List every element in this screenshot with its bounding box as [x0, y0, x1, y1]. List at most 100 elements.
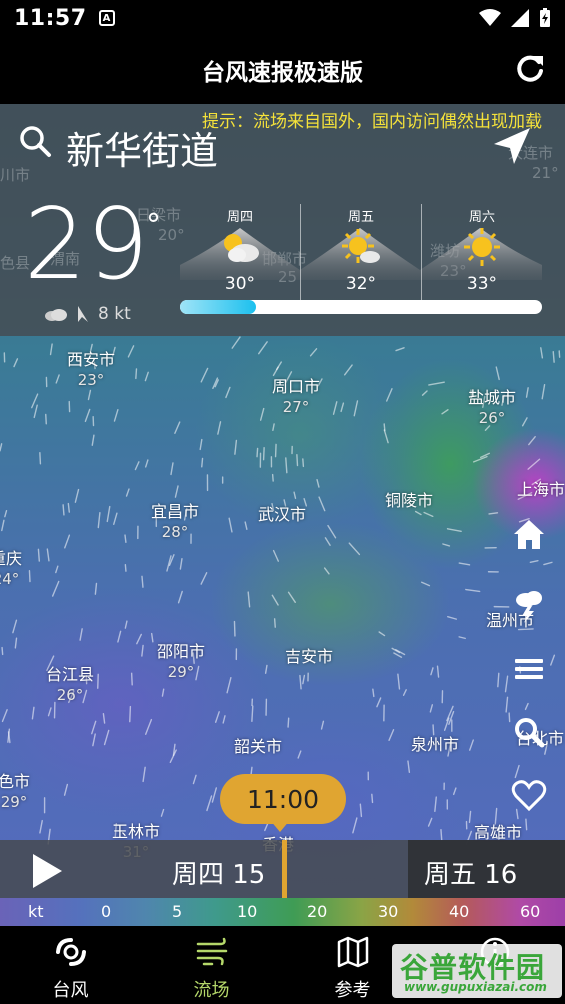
wind-speed: 8 kt — [98, 304, 131, 324]
battery-icon — [540, 8, 550, 27]
wind-streak — [226, 676, 232, 694]
city-name: 周口市 — [271, 377, 320, 396]
wind-streak — [414, 510, 422, 516]
wind-streak — [393, 652, 403, 658]
forecast-strip: 周四 30° 周五 32° 周六 33° — [180, 204, 542, 304]
city-name: 西安市 — [66, 350, 115, 369]
wind-streak — [46, 548, 50, 562]
wind-streak — [353, 400, 359, 417]
wind-streak — [177, 590, 183, 604]
wind-streak — [228, 517, 233, 533]
wind-streak — [458, 562, 471, 566]
wind-streak — [271, 594, 279, 606]
typhoon-icon — [55, 938, 86, 966]
city-name: 韶关市 — [233, 737, 282, 756]
wind-streak — [316, 479, 320, 488]
forecast-day: 周五 32° — [301, 204, 421, 304]
city-temp: 29° — [167, 663, 195, 681]
wind-streak — [174, 421, 181, 434]
wind-streak — [372, 688, 375, 698]
status-icons — [479, 8, 551, 28]
forecast-temp: 32° — [345, 274, 377, 294]
wind-streak — [446, 705, 454, 722]
wind-streak — [488, 512, 499, 515]
wind-streak — [465, 588, 481, 593]
wind-streak — [130, 672, 133, 686]
wind-streak — [447, 615, 458, 620]
wind-streak — [264, 823, 269, 832]
home-icon[interactable] — [510, 516, 548, 554]
wind-streak — [371, 793, 374, 804]
wind-streak — [378, 631, 386, 637]
city-name: 上海市 — [516, 480, 565, 499]
city-label: 武汉市 — [242, 504, 322, 525]
wind-streak — [199, 438, 203, 451]
wind-streak — [327, 524, 337, 539]
locate-arrow-icon[interactable] — [492, 126, 532, 166]
search-map-icon[interactable] — [510, 714, 548, 752]
forecast-temp: 33° — [466, 274, 498, 294]
cloud-small-icon — [45, 309, 67, 321]
wind-streak — [352, 817, 358, 834]
timeline-day-2-label: 周五 16 — [424, 860, 518, 890]
city-label: 上海市 — [501, 479, 565, 500]
forecast-day-label: 周五 — [347, 210, 374, 225]
wind-streak — [12, 619, 18, 634]
wind-streak — [297, 750, 302, 759]
timeline-cursor[interactable] — [282, 840, 287, 898]
wind-streak — [45, 413, 47, 425]
wind-streak — [541, 383, 546, 400]
wind-streak — [55, 565, 59, 574]
watermark-logo: 谷普软件园 www.gupuxiazai.com — [392, 944, 562, 998]
legend-unit: kt — [28, 902, 44, 921]
current-time-bubble[interactable]: 11:00 — [220, 774, 346, 824]
wind-streak — [397, 673, 401, 690]
city-label: 重庆 24° — [0, 548, 46, 590]
wind-streak — [348, 542, 361, 556]
city-label: 色市 29° — [0, 771, 54, 813]
wind-streak — [402, 689, 407, 696]
wind-streak — [62, 504, 65, 516]
search-icon[interactable] — [18, 124, 52, 158]
wifi-icon — [479, 9, 501, 26]
partly-cloudy-icon — [224, 234, 259, 262]
app-bar: 台风速报极速版 — [0, 36, 565, 104]
wind-streak — [129, 705, 132, 723]
wind-streak — [323, 567, 330, 575]
city-label: 宜昌市 28° — [135, 501, 215, 543]
city-label: 西安市 23° — [51, 349, 131, 391]
menu-icon[interactable] — [510, 650, 548, 688]
storm-icon[interactable] — [510, 586, 548, 624]
wind-streak — [251, 705, 254, 723]
city-temp: 24° — [0, 570, 20, 588]
forecast-progress-bar — [180, 300, 542, 314]
city-label: 泉州市 — [395, 734, 475, 755]
wind-streak — [91, 720, 97, 735]
legend-tick: 0 — [101, 902, 112, 921]
wind-streak — [142, 766, 146, 783]
tab-typhoon[interactable]: 台风 — [0, 926, 141, 1004]
wind-map[interactable]: 日梁市20°邯郸市25潍坊23°大连市21°渭南川市色县 提示：流场来自国外，国… — [0, 104, 565, 926]
refresh-icon[interactable] — [513, 52, 547, 86]
play-icon[interactable] — [30, 854, 64, 888]
wind-streak — [247, 591, 251, 608]
location-name[interactable]: 新华街道 — [66, 120, 218, 175]
wind-streak — [407, 760, 411, 774]
wind-streak — [388, 729, 395, 741]
forecast-day-label: 周六 — [468, 210, 495, 225]
wind-streak — [124, 563, 127, 572]
notification-icon: A — [98, 10, 115, 26]
timeline-day-1[interactable]: 周四 15 — [172, 854, 265, 891]
city-name: 台江县 — [45, 665, 94, 684]
wind-streak — [386, 388, 393, 402]
wind-speed-legend: kt 0 5 10 20 30 40 60 — [0, 898, 565, 926]
wind-streak — [1, 709, 8, 723]
timeline-day-2[interactable]: 周五 16 — [408, 840, 565, 898]
tab-flow[interactable]: 流场 — [141, 926, 282, 1004]
wind-streak — [39, 451, 42, 465]
favorite-icon[interactable] — [510, 776, 548, 814]
wind-streak — [106, 505, 111, 523]
legend-tick: 60 — [520, 902, 541, 921]
wind-streak — [63, 783, 69, 796]
wind-streak — [273, 618, 276, 628]
